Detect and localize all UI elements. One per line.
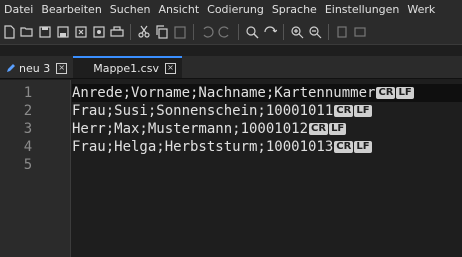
toolbar-separator [328, 24, 329, 40]
lf-marker: LF [354, 105, 372, 117]
menu-bar: Datei Bearbeiten Suchen Ansicht Codierun… [0, 0, 462, 20]
toolbar [0, 20, 462, 45]
tab-mappe1-csv[interactable]: Mappe1.csv × [73, 56, 182, 78]
cut-icon[interactable] [136, 24, 152, 40]
toolbar-separator [130, 24, 131, 40]
tab-label: Mappe1.csv [93, 61, 159, 75]
zoom-in-icon[interactable] [289, 24, 305, 40]
new-file-icon[interactable] [1, 24, 17, 40]
print-icon[interactable] [109, 24, 125, 40]
line-number: 3 [23, 121, 33, 137]
toolbar-separator [193, 24, 194, 40]
edit-pencil-icon [6, 63, 16, 73]
save-all-icon[interactable] [55, 24, 71, 40]
cr-marker: CR [334, 141, 354, 153]
line-text: Frau;Helga;Herbststurm;10001013 [72, 139, 334, 155]
cr-marker: CR [309, 123, 329, 135]
code-line[interactable] [72, 156, 462, 174]
line-text: Anrede;Vorname;Nachname;Kartennummer [72, 85, 376, 101]
redo-icon[interactable] [217, 24, 233, 40]
line-number: 4 [23, 139, 33, 155]
line-number-gutter: 1 2 3 4 5 [0, 80, 71, 257]
undo-icon[interactable] [199, 24, 215, 40]
menu-sprache[interactable]: Sprache [268, 0, 321, 20]
cr-marker: CR [334, 105, 354, 117]
line-number: 5 [23, 157, 33, 173]
menu-datei[interactable]: Datei [0, 0, 37, 20]
line-number: 2 [23, 103, 33, 119]
replace-icon[interactable] [262, 24, 278, 40]
close-icon[interactable] [73, 24, 89, 40]
tab-bar: neu 3 × Mappe1.csv × [0, 56, 462, 79]
tab-close-icon[interactable]: × [164, 62, 176, 74]
editor[interactable]: 1 2 3 4 5 Anrede;Vorname;Nachname;Karten… [0, 80, 462, 257]
toolbar-separator [283, 24, 284, 40]
lf-marker: LF [354, 141, 372, 153]
line-text: Herr;Max;Mustermann;10001012 [72, 121, 309, 137]
zoom-out-icon[interactable] [307, 24, 323, 40]
code-line[interactable]: Frau;Helga;Herbststurm;10001013 CR LF [72, 138, 462, 156]
toolbar-separator [238, 24, 239, 40]
cr-marker: CR [376, 87, 396, 99]
find-icon[interactable] [244, 24, 260, 40]
menu-einstellungen[interactable]: Einstellungen [321, 0, 404, 20]
lf-marker: LF [396, 87, 414, 99]
wrap-icon[interactable] [352, 24, 368, 40]
paste-icon[interactable] [172, 24, 188, 40]
code-line[interactable]: Frau;Susi;Sonnenschein;10001011 CR LF [72, 102, 462, 120]
lf-marker: LF [329, 123, 347, 135]
code-line[interactable]: Herr;Max;Mustermann;10001012 CR LF [72, 120, 462, 138]
save-icon[interactable] [37, 24, 53, 40]
menu-codierung[interactable]: Codierung [203, 0, 268, 20]
menu-ansicht[interactable]: Ansicht [155, 0, 204, 20]
tab-close-icon[interactable]: × [56, 62, 68, 74]
menu-suchen[interactable]: Suchen [106, 0, 155, 20]
copy-icon[interactable] [154, 24, 170, 40]
line-number: 1 [23, 85, 33, 101]
tab-neu-3[interactable]: neu 3 × [0, 58, 73, 78]
close-all-icon[interactable] [91, 24, 107, 40]
line-text: Frau;Susi;Sonnenschein;10001011 [72, 103, 334, 119]
sync-icon[interactable] [334, 24, 350, 40]
menu-bearbeiten[interactable]: Bearbeiten [37, 0, 105, 20]
tab-label: neu 3 [19, 61, 51, 75]
open-folder-icon[interactable] [19, 24, 35, 40]
code-line[interactable]: Anrede;Vorname;Nachname;Kartennummer CR LF [72, 84, 462, 102]
menu-werkzeuge[interactable]: Werk [403, 0, 439, 20]
